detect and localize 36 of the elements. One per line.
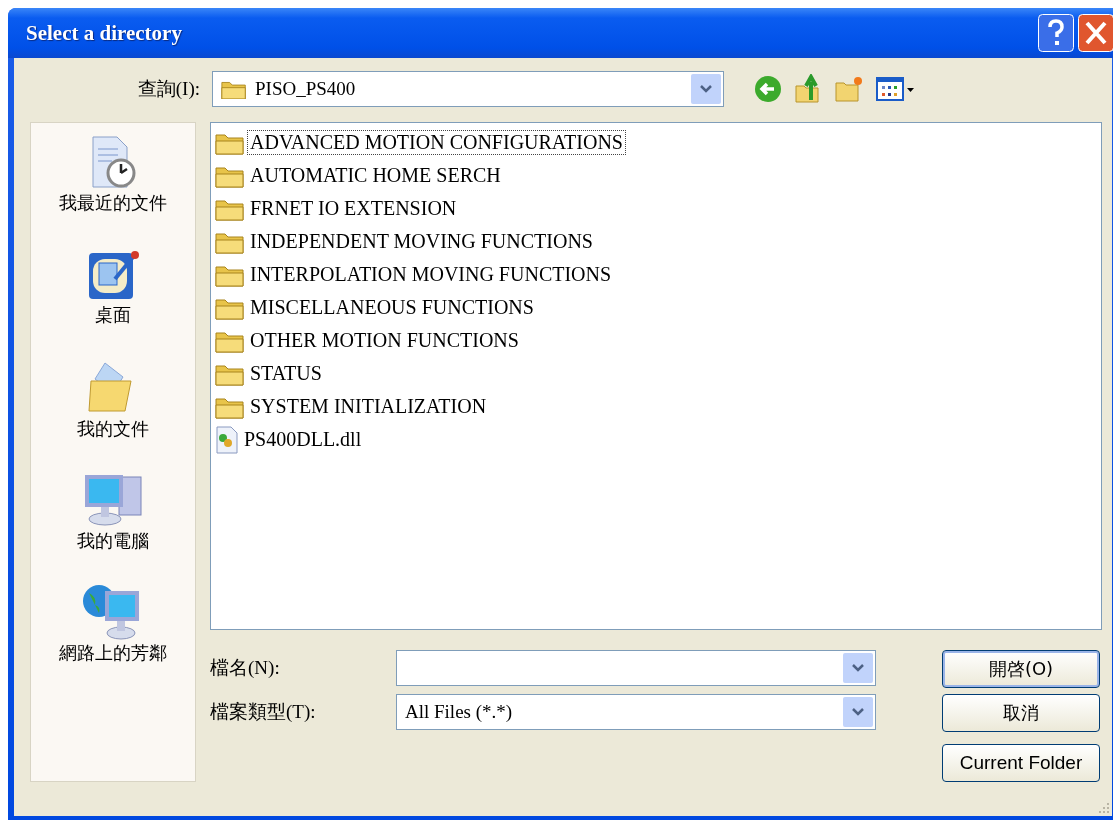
file-type-dropdown[interactable]: All Files (*.*) — [396, 694, 876, 730]
file-list-item[interactable]: PS400DLL.dll — [241, 427, 365, 452]
close-icon[interactable] — [1078, 14, 1113, 52]
places-item[interactable]: 網路上的芳鄰 — [59, 583, 167, 685]
up-folder-icon[interactable] — [794, 74, 822, 104]
file-list-item[interactable]: STATUS — [247, 361, 325, 386]
back-icon[interactable] — [754, 75, 782, 103]
places-item[interactable]: 我的文件 — [77, 359, 149, 461]
look-in-dropdown[interactable]: PISO_PS400 — [212, 71, 724, 107]
look-in-label: 查詢(I): — [136, 77, 200, 101]
file-name-label: 檔名(N): — [210, 656, 281, 680]
file-list-item[interactable]: OTHER MOTION FUNCTIONS — [247, 328, 522, 353]
recent-documents-icon — [89, 135, 137, 191]
look-in-value: PISO_PS400 — [255, 78, 357, 100]
help-icon[interactable] — [1038, 14, 1074, 52]
new-folder-icon[interactable] — [834, 75, 864, 103]
file-list-item[interactable]: INDEPENDENT MOVING FUNCTIONS — [247, 229, 596, 254]
resize-grip-icon[interactable] — [1096, 800, 1110, 814]
places-item[interactable]: 我最近的文件 — [59, 135, 167, 237]
file-list-item[interactable]: AUTOMATIC HOME SERCH — [247, 163, 504, 188]
dialog-button[interactable]: Current Folder — [942, 744, 1100, 782]
file-list-item[interactable]: FRNET IO EXTENSION — [247, 196, 460, 221]
dialog-button[interactable]: 取消 — [942, 694, 1100, 732]
file-name-field[interactable] — [396, 650, 876, 686]
file-type-label: 檔案類型(T): — [210, 700, 317, 724]
view-menu-icon[interactable] — [876, 76, 916, 102]
file-list-item[interactable]: MISCELLANEOUS FUNCTIONS — [247, 295, 537, 320]
file-list-item[interactable]: ADVANCED MOTION CONFIGURATIONS — [247, 130, 626, 155]
file-list-item[interactable]: SYSTEM INITIALIZATION — [247, 394, 490, 419]
dialog-button[interactable]: 開啓(O) — [942, 650, 1100, 688]
file-list-item[interactable]: INTERPOLATION MOVING FUNCTIONS — [247, 262, 615, 287]
dll-file-icon — [215, 425, 239, 454]
window-title: Select a directory — [26, 20, 182, 46]
file-type-value: All Files (*.*) — [405, 701, 514, 723]
places-item[interactable]: 桌面 — [85, 247, 141, 349]
places-item[interactable]: 我的電腦 — [77, 471, 149, 573]
